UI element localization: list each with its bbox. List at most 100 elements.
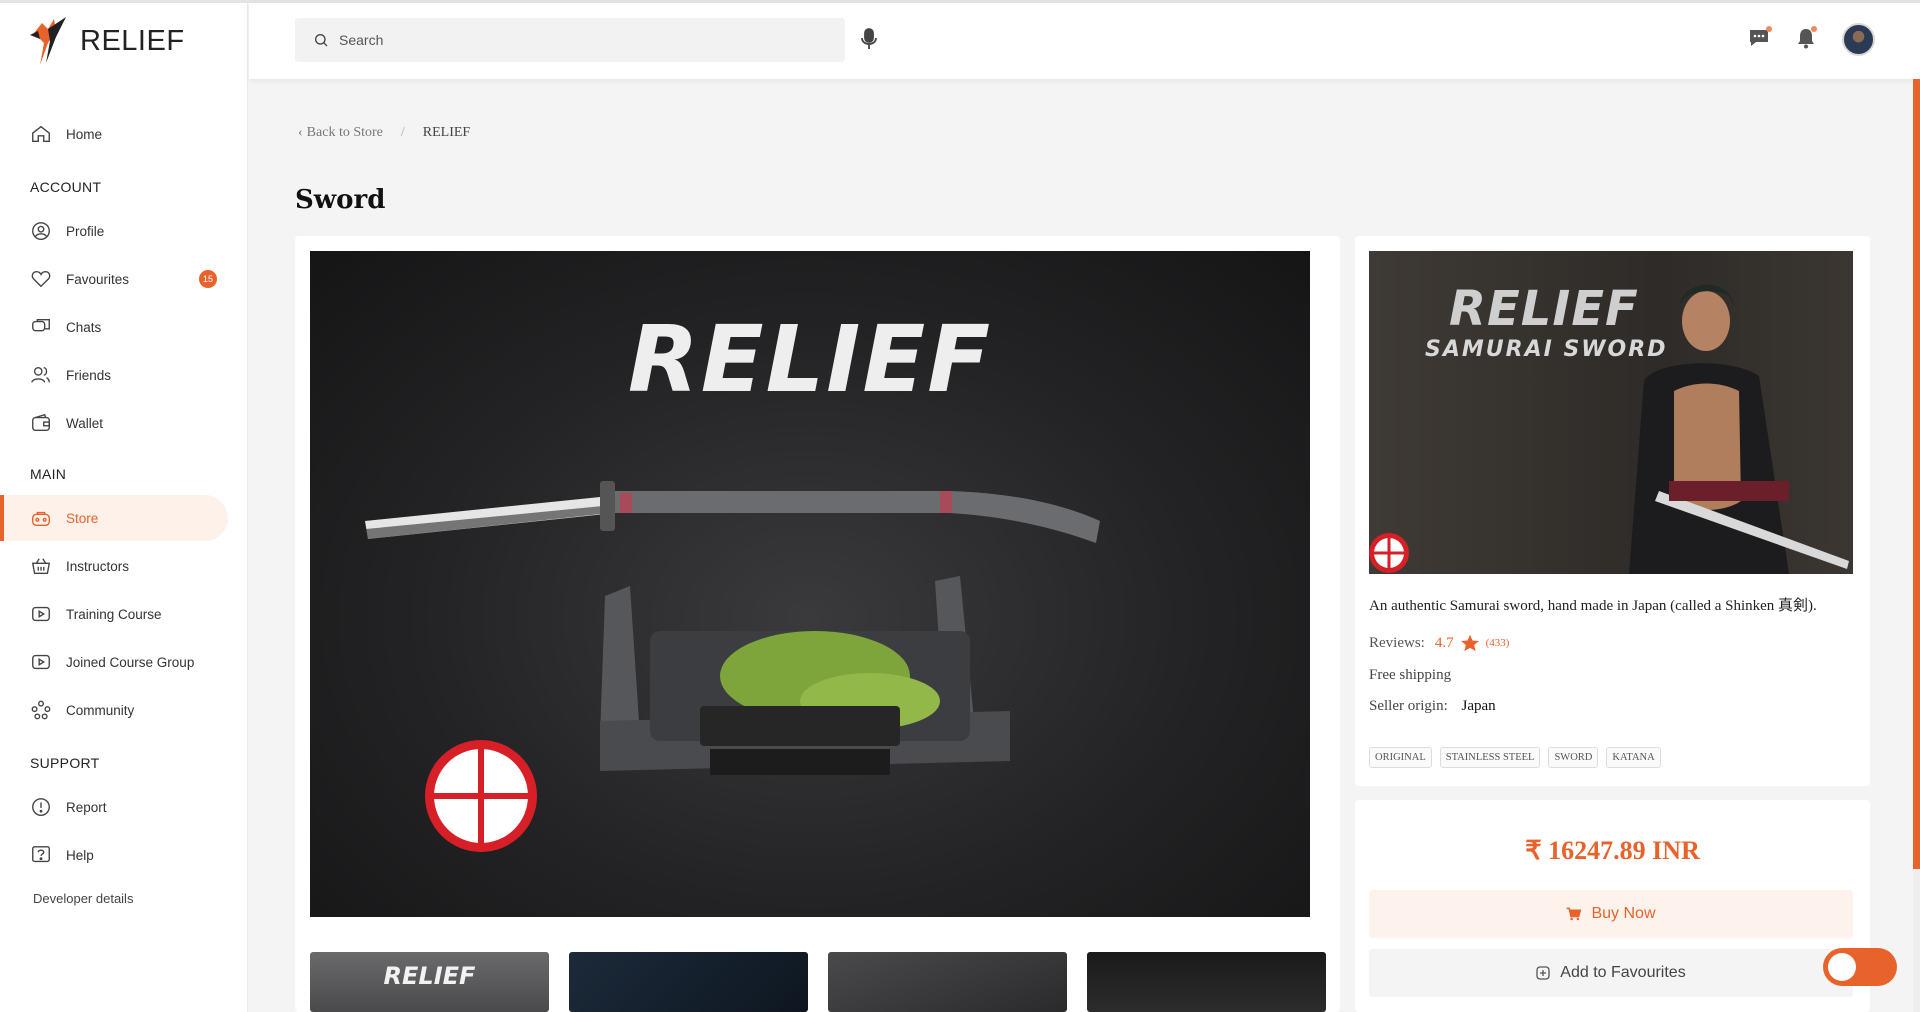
friends-icon: [31, 366, 50, 383]
brand-logo[interactable]: RELIEF: [26, 13, 185, 69]
heart-icon: [31, 270, 51, 288]
sidebar-item-wallet[interactable]: Wallet: [0, 400, 228, 446]
community-icon: [31, 700, 51, 720]
seller-origin-label: Seller origin:: [1369, 698, 1448, 714]
sidebar-item-label: Chats: [66, 319, 102, 335]
sidebar-item-label: Profile: [66, 223, 105, 239]
section-main-title: MAIN: [30, 466, 67, 482]
wallet-icon: [32, 413, 50, 432]
search-icon: [315, 34, 328, 47]
breadcrumb-current: RELIEF: [422, 125, 471, 140]
product-reviews: Reviews: 4.7 (433): [1369, 634, 1509, 652]
mic-icon: [861, 28, 877, 49]
sidebar-item-help[interactable]: Help: [0, 832, 228, 878]
purchase-card: ₹ 16247.89 INR Buy Now Add to Favourites: [1355, 800, 1870, 1012]
help-icon: [32, 846, 50, 863]
sidebar-item-friends[interactable]: Friends: [0, 352, 228, 398]
tag-chip[interactable]: ORIGINAL: [1369, 747, 1432, 768]
product-gallery-card: RELIEF RELIEF: [295, 236, 1340, 1012]
video-icon: [32, 606, 50, 622]
page-title: Sword: [295, 185, 386, 215]
unread-dot: [1766, 26, 1772, 32]
thumbnail-brand-text: RELIEF: [383, 962, 476, 990]
add-to-favourites-button[interactable]: Add to Favourites: [1369, 949, 1853, 997]
sidebar: RELIEF Home ACCOUNT Profile Favourites 1…: [0, 3, 248, 1012]
rating-value: 4.7: [1434, 634, 1454, 651]
tiger-logo-icon: [30, 17, 66, 65]
thumbnail-4[interactable]: [1087, 952, 1326, 1012]
seller-origin-value: Japan: [1461, 698, 1496, 714]
star-icon: [1460, 634, 1479, 652]
chat-icon: [32, 318, 50, 332]
user-circle-icon: [32, 222, 50, 240]
search-input[interactable]: [339, 32, 819, 48]
reviews-label: Reviews:: [1369, 634, 1425, 651]
sidebar-item-instructors[interactable]: Instructors: [0, 543, 228, 589]
developer-details-link[interactable]: Developer details: [33, 891, 133, 906]
sidebar-item-store[interactable]: Store: [0, 495, 228, 541]
video-group-icon: [32, 654, 50, 670]
section-account-title: ACCOUNT: [30, 179, 102, 195]
notifications-button[interactable]: [1797, 26, 1817, 54]
buy-now-button[interactable]: Buy Now: [1369, 890, 1853, 938]
thumbnail-1[interactable]: RELIEF: [310, 952, 549, 1012]
sidebar-item-community[interactable]: Community: [0, 687, 228, 733]
top-header: [249, 3, 1920, 79]
sidebar-item-label: Report: [66, 799, 107, 815]
product-tags: ORIGINAL STAINLESS STEEL SWORD KATANA: [1369, 747, 1661, 768]
sidebar-item-favourites[interactable]: Favourites 15: [0, 256, 228, 302]
theme-toggle[interactable]: [1823, 948, 1897, 986]
sidebar-item-label: Favourites: [66, 271, 130, 287]
sidebar-item-training-course[interactable]: Training Course: [0, 591, 228, 637]
tag-chip[interactable]: STAINLESS STEEL: [1439, 747, 1541, 768]
buy-now-label: Buy Now: [1591, 905, 1656, 922]
favourites-count-badge: 15: [199, 270, 217, 288]
search-bar[interactable]: [295, 18, 845, 62]
breadcrumb: ‹ Back to Store / RELIEF: [298, 125, 470, 141]
add-to-favourites-label: Add to Favourites: [1560, 964, 1686, 981]
sidebar-item-label: Store: [66, 510, 99, 526]
scrollbar-thumb[interactable]: [1913, 79, 1920, 869]
sidebar-item-label: Community: [66, 702, 135, 718]
brand-name: RELIEF: [80, 24, 185, 57]
thumbnail-strip: RELIEF: [310, 952, 1326, 1012]
back-to-store-link[interactable]: Back to Store: [307, 125, 383, 141]
sidebar-item-report[interactable]: Report: [0, 784, 228, 830]
voice-search-button[interactable]: [860, 28, 878, 55]
avatar[interactable]: [1842, 23, 1875, 56]
chevron-left-icon: ‹: [298, 125, 303, 140]
tag-chip[interactable]: KATANA: [1606, 747, 1661, 768]
product-info-card: RELIEF SAMURAI SWORD An authentic Samura…: [1355, 236, 1870, 786]
section-support-title: SUPPORT: [30, 755, 100, 771]
sidebar-item-joined-course-group[interactable]: Joined Course Group: [0, 639, 228, 685]
seller-origin: Seller origin: Japan: [1369, 698, 1496, 715]
sidebar-item-label: Friends: [66, 367, 112, 383]
sidebar-item-profile[interactable]: Profile: [0, 208, 228, 254]
katana-illustration: [365, 481, 1100, 852]
product-promo-image[interactable]: RELIEF SAMURAI SWORD: [1369, 251, 1853, 574]
tag-chip[interactable]: SWORD: [1548, 747, 1599, 768]
alert-circle-icon: [32, 798, 50, 816]
promo-brand-text: RELIEF: [1449, 281, 1639, 337]
home-icon: [32, 125, 50, 143]
promo-subtitle: SAMURAI SWORD: [1425, 337, 1668, 362]
sidebar-item-label: Training Course: [66, 606, 162, 622]
product-main-image[interactable]: RELIEF: [310, 251, 1310, 917]
sidebar-item-chats[interactable]: Chats: [0, 304, 228, 350]
cart-icon: [1567, 907, 1582, 921]
sidebar-item-label: Joined Course Group: [66, 654, 195, 670]
review-count[interactable]: (433): [1486, 637, 1510, 649]
sidebar-item-label: Wallet: [66, 415, 104, 431]
product-description: An authentic Samurai sword, hand made in…: [1369, 598, 1817, 614]
thumbnail-3[interactable]: [828, 952, 1067, 1012]
product-price: ₹ 16247.89 INR: [1525, 836, 1700, 865]
store-icon: [32, 511, 50, 527]
sidebar-item-label: Home: [66, 126, 103, 142]
sidebar-item-label: Help: [66, 847, 94, 863]
toggle-knob: [1828, 953, 1856, 981]
basket-icon: [31, 558, 51, 575]
thumbnail-2[interactable]: [569, 952, 808, 1012]
messages-button[interactable]: [1748, 26, 1772, 53]
breadcrumb-separator: /: [400, 125, 405, 140]
sidebar-item-home[interactable]: Home: [0, 111, 228, 157]
